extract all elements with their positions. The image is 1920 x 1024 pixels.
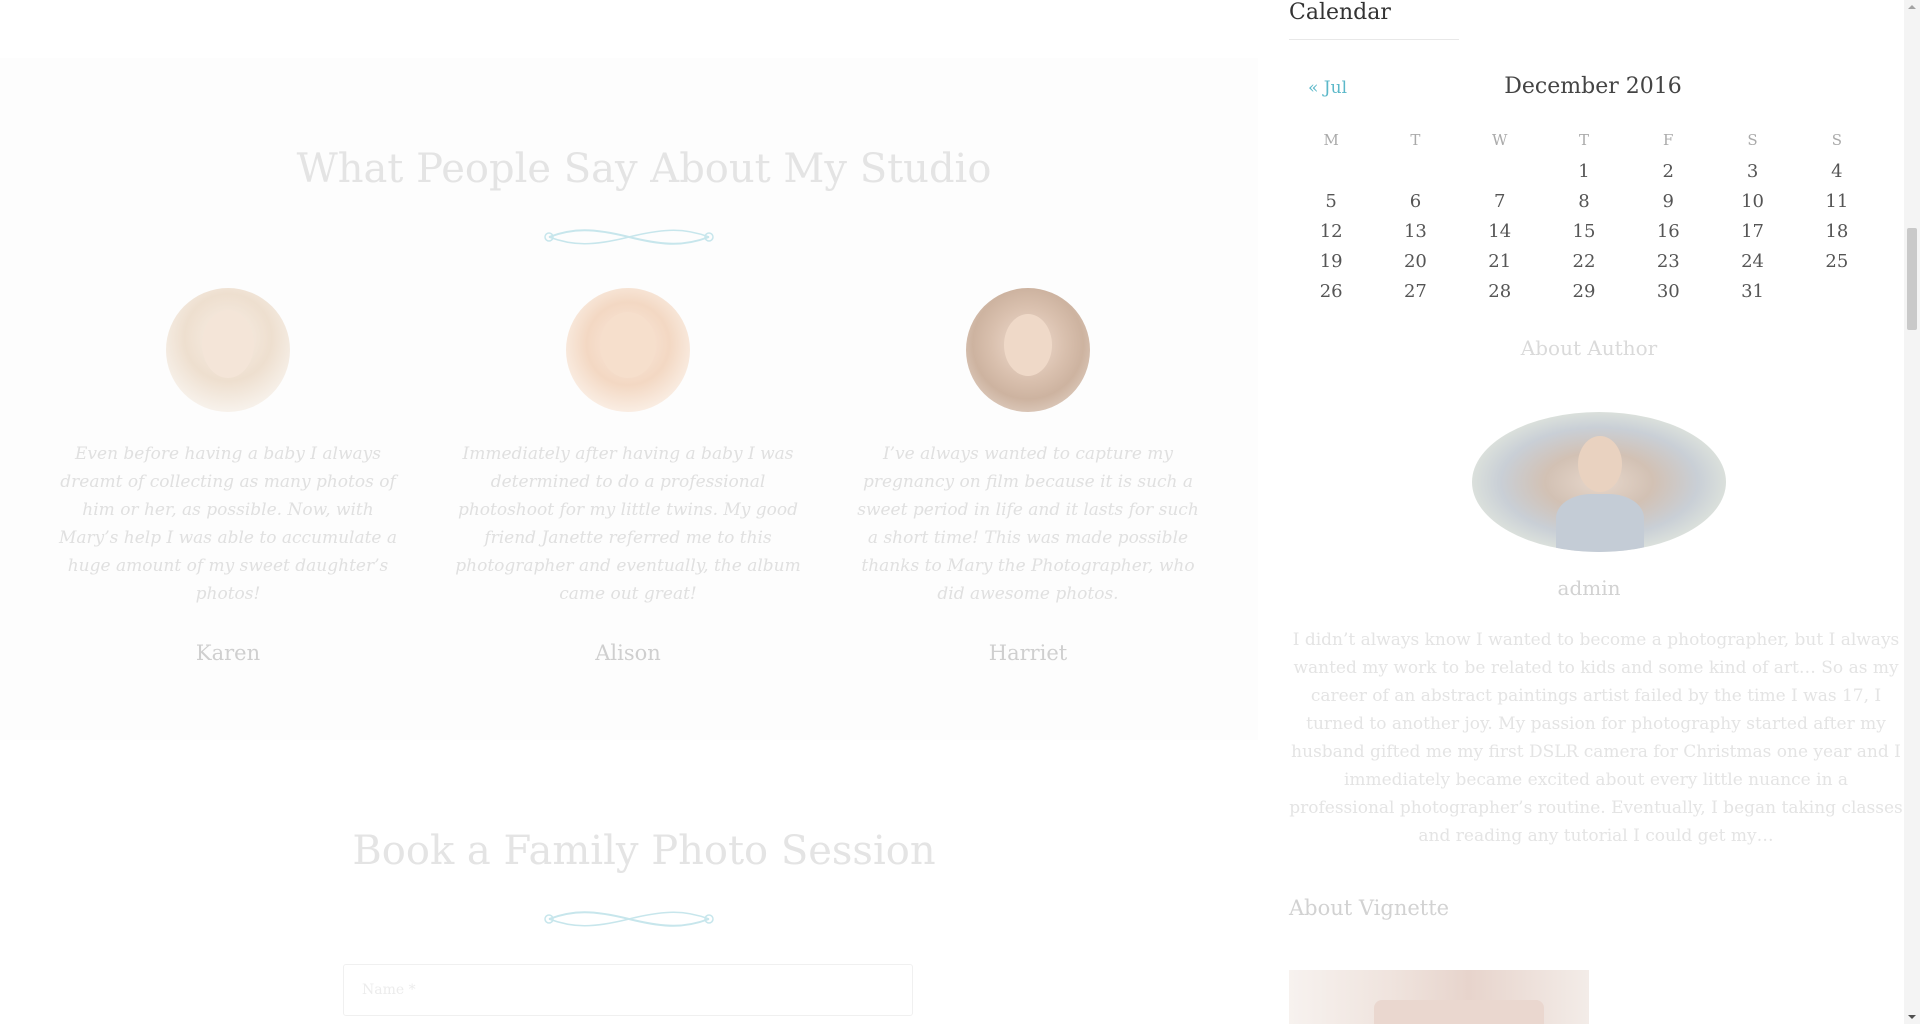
calendar-day: 24 — [1741, 250, 1764, 272]
calendar-day — [1373, 156, 1457, 186]
calendar-day: 17 — [1741, 220, 1764, 242]
calendar-day: 20 — [1403, 250, 1427, 272]
author-name[interactable]: admin — [1289, 576, 1889, 600]
calendar-week: 26 27 28 29 30 31 — [1289, 276, 1879, 306]
calendar-day: 28 — [1488, 280, 1512, 302]
author-photo — [1472, 412, 1726, 552]
calendar-day: 25 — [1825, 250, 1849, 272]
calendar-day: 31 — [1741, 280, 1764, 302]
calendar-day: 10 — [1741, 190, 1764, 212]
calendar-day — [1795, 276, 1879, 306]
calendar-day: 13 — [1403, 220, 1427, 242]
calendar-day: 21 — [1488, 250, 1512, 272]
calendar-day: 6 — [1409, 190, 1422, 212]
calendar-weekday: T — [1578, 131, 1589, 149]
calendar-day: 2 — [1662, 160, 1674, 182]
scrollbar-thumb[interactable] — [1907, 228, 1917, 330]
calendar-caption: December 2016 — [1504, 74, 1682, 99]
calendar-weekday: T — [1410, 131, 1421, 149]
calendar-day: 19 — [1319, 250, 1343, 272]
about-author-title: About Author — [1520, 336, 1658, 360]
calendar-day: 11 — [1825, 190, 1849, 212]
calendar-day: 16 — [1656, 220, 1680, 242]
testimonial-author: Alison — [595, 641, 661, 665]
main-content: What People Say About My Studio Even bef… — [0, 0, 1258, 1024]
testimonials-title: What People Say About My Studio — [296, 146, 992, 192]
calendar-day: 3 — [1746, 160, 1759, 182]
scroll-down-arrow-icon[interactable] — [1904, 1010, 1920, 1024]
calendar-week: 5 6 7 8 9 10 11 — [1289, 186, 1879, 216]
calendar-day: 9 — [1662, 190, 1674, 212]
calendar-week: 12 13 14 15 16 17 18 — [1289, 216, 1879, 246]
calendar-prev-month-link[interactable]: « Jul — [1308, 78, 1347, 98]
scroll-up-arrow-icon[interactable] — [1904, 0, 1920, 14]
author-bio: I didn’t always know I wanted to become … — [1289, 630, 1903, 846]
testimonial-author: Harriet — [988, 641, 1068, 665]
calendar-day: 29 — [1572, 280, 1596, 302]
testimonial-author: Karen — [195, 641, 261, 665]
calendar-day: 26 — [1319, 280, 1343, 302]
calendar-widget-title: Calendar — [1289, 0, 1391, 25]
avatar — [166, 288, 290, 412]
calendar-weekday: S — [1747, 131, 1758, 149]
testimonial-card: I’ve always wanted to capture my pregnan… — [848, 288, 1208, 665]
calendar-day: 5 — [1325, 190, 1337, 212]
calendar-day: 23 — [1656, 250, 1680, 272]
testimonial-card: Immediately after having a baby I was de… — [448, 288, 808, 665]
calendar-day: 7 — [1493, 190, 1506, 212]
calendar-weekday: S — [1831, 131, 1842, 149]
calendar-weekday: W — [1491, 131, 1508, 149]
testimonial-text: Immediately after having a baby I was de… — [455, 444, 801, 604]
calendar-day: 1 — [1578, 160, 1590, 182]
page-scrollbar[interactable] — [1904, 0, 1920, 1024]
calendar-day: 15 — [1572, 220, 1596, 242]
calendar-day: 8 — [1578, 190, 1590, 212]
about-vignette-title: About Vignette — [1289, 896, 1450, 920]
calendar-week: 19 20 21 22 23 24 25 — [1289, 246, 1879, 276]
calendar-day: 30 — [1656, 280, 1680, 302]
testimonial-card: Even before having a baby I always dream… — [48, 288, 408, 665]
calendar-weekday: M — [1323, 131, 1339, 149]
calendar-weekday: F — [1663, 131, 1674, 149]
calendar-week: 1 2 3 4 — [1289, 156, 1879, 186]
calendar-day — [1289, 156, 1373, 186]
divider — [1289, 39, 1459, 40]
calendar-day: 27 — [1403, 280, 1427, 302]
ornament-divider-icon — [544, 911, 714, 927]
avatar — [966, 288, 1090, 412]
calendar-day: 14 — [1488, 220, 1512, 242]
ornament-divider-icon — [544, 229, 714, 245]
name-field[interactable] — [343, 964, 913, 1016]
calendar-day — [1458, 156, 1542, 186]
calendar-day: 12 — [1319, 220, 1343, 242]
avatar — [566, 288, 690, 412]
booking-title: Book a Family Photo Session — [352, 828, 936, 874]
calendar-day: 4 — [1831, 160, 1843, 182]
calendar-day: 22 — [1572, 250, 1596, 272]
testimonial-text: I’ve always wanted to capture my pregnan… — [857, 444, 1199, 604]
sidebar: Calendar « Jul December 2016 M T W T F S… — [1258, 0, 1904, 1024]
calendar-table: M T W T F S S 1 2 3 4 5 6 7 8 9 10 11 12… — [1289, 124, 1879, 306]
calendar-day: 18 — [1825, 220, 1849, 242]
testimonial-text: Even before having a baby I always dream… — [58, 444, 398, 604]
vignette-image — [1289, 970, 1589, 1024]
